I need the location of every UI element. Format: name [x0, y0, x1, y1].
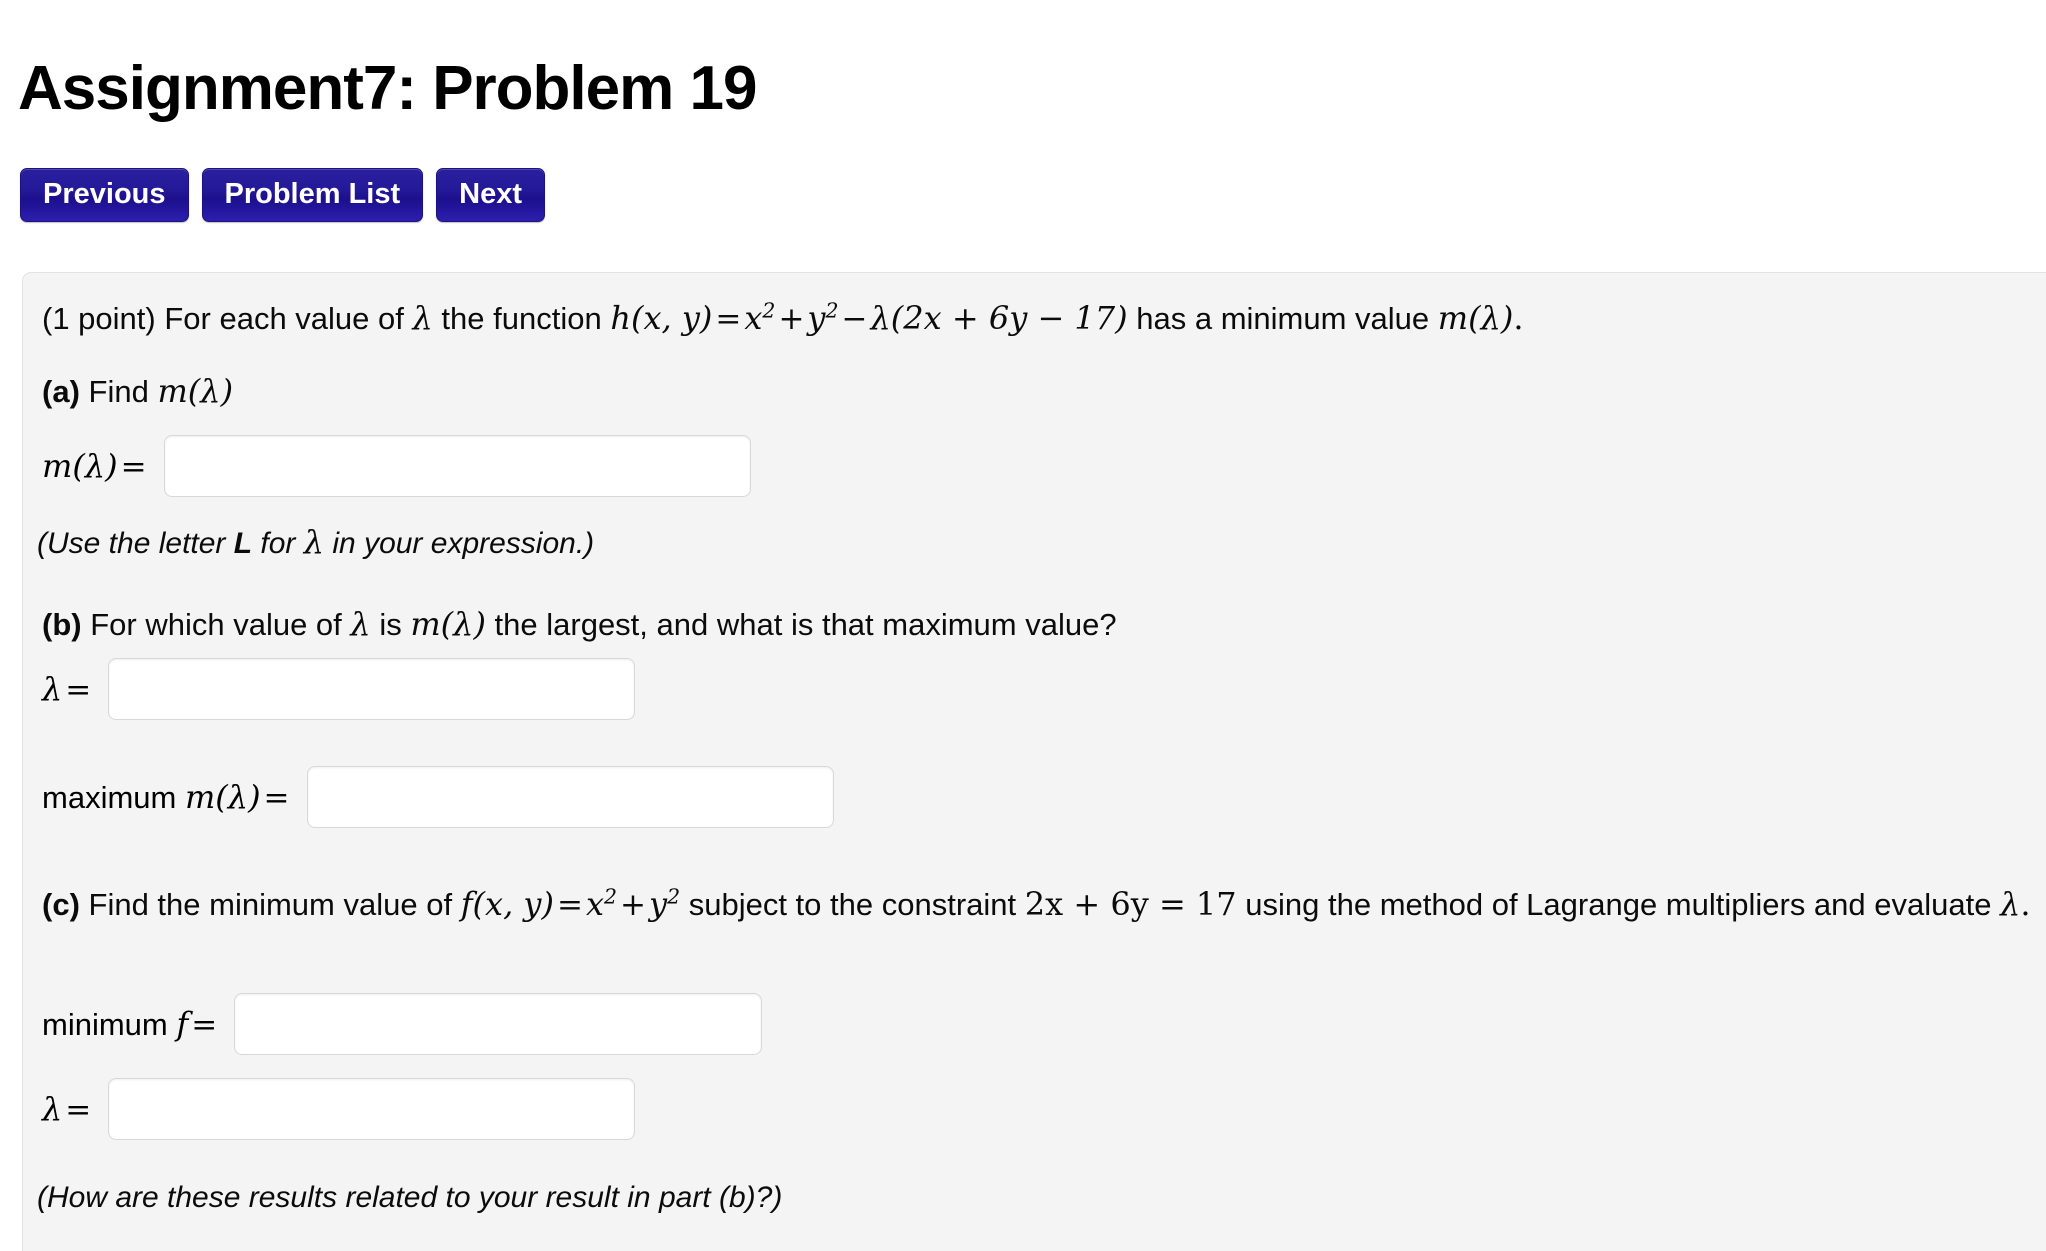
part-a-note-letter: L: [233, 527, 253, 560]
y-term: y: [807, 299, 826, 337]
constraint-expression: (2x + 6y − 17): [890, 299, 1128, 337]
part-c-constraint: 2x + 6y = 17: [1024, 885, 1237, 923]
f-y-term: y: [649, 885, 668, 923]
part-b-maximum-math: m(λ): [184, 778, 261, 816]
part-c-lambda-label: λ=: [42, 1090, 94, 1128]
part-c-tag: (c): [42, 887, 80, 922]
page-title: Assignment7: Problem 19: [18, 53, 757, 123]
points-label: (1 point): [42, 301, 156, 336]
part-b-lambda-equals: =: [65, 672, 92, 708]
part-a-note: (Use the letter L for λ in your expressi…: [37, 521, 594, 564]
lambda-symbol: λ: [412, 299, 433, 337]
part-b-maximum-equals: =: [263, 780, 290, 816]
f-y-exponent: 2: [667, 884, 681, 909]
part-a-note-mid: for: [252, 527, 304, 560]
part-c-prompt-mid: subject to the constraint: [688, 887, 1017, 922]
part-a-answer-label-math: m(λ): [42, 447, 118, 485]
lambda-coefficient: λ: [870, 299, 891, 337]
f-x-term: x: [585, 885, 604, 923]
f-x-exponent: 2: [604, 884, 618, 909]
problem-navigation: Previous Problem List Next: [20, 168, 546, 223]
statement-text-post: has a minimum value: [1136, 301, 1430, 336]
equals-sign: =: [715, 301, 742, 337]
part-a-note-lambda: λ: [303, 523, 325, 561]
part-a-prompt: (a) Find m(λ): [42, 370, 233, 413]
part-a-answer-input[interactable]: [163, 435, 751, 497]
part-c-minimum-label: minimum f=: [42, 1005, 220, 1043]
part-a-prompt-math: m(λ): [157, 372, 234, 410]
part-c-lambda-label-symbol: λ: [42, 1090, 63, 1128]
part-c-period: .: [2020, 885, 2031, 923]
part-b-m-lambda: m(λ): [410, 605, 486, 643]
part-a-note-post: in your expression.): [324, 527, 595, 560]
part-c-minimum-row: minimum f=: [42, 993, 763, 1055]
statement-period: .: [1513, 299, 1524, 337]
part-b-maximum-row: maximum m(λ)=: [42, 766, 834, 828]
part-b-prompt-is: is: [379, 607, 402, 642]
part-a-prompt-text: Find: [88, 374, 149, 409]
part-a-answer-label: m(λ)=: [42, 447, 150, 485]
f-function: f(x, y): [460, 885, 554, 923]
part-b-lambda: λ: [350, 605, 371, 643]
part-b-prompt-post: the largest, and what is that maximum va…: [494, 607, 1117, 642]
y-exponent: 2: [825, 298, 839, 323]
part-b-lambda-input[interactable]: [108, 658, 636, 720]
part-a-answer-row: m(λ)=: [42, 435, 751, 497]
part-b-lambda-row: λ=: [42, 658, 636, 720]
part-b-tag: (b): [42, 607, 82, 642]
part-c-lambda-input[interactable]: [108, 1078, 636, 1140]
x-exponent: 2: [762, 298, 776, 323]
f-plus: +: [620, 887, 646, 923]
next-button[interactable]: Next: [436, 168, 546, 223]
part-c-note: (How are these results related to your r…: [37, 1181, 783, 1214]
part-c-prompt-pre: Find the minimum value of: [88, 887, 453, 922]
part-c-lambda-row: λ=: [42, 1078, 636, 1140]
part-b-prompt: (b) For which value of λ is m(λ) the lar…: [42, 603, 1117, 646]
part-b-lambda-label: λ=: [42, 670, 94, 708]
part-c-prompt-post: using the method of Lagrange multipliers…: [1245, 887, 1992, 922]
part-c-lambda-symbol: λ: [2000, 885, 2021, 923]
part-c-minimum-math: f: [176, 1005, 189, 1043]
part-b-lambda-symbol: λ: [42, 670, 63, 708]
problem-list-button[interactable]: Problem List: [201, 168, 424, 223]
part-b-maximum-input[interactable]: [306, 766, 834, 828]
f-equals: =: [556, 887, 583, 923]
problem-panel: (1 point) For each value of λ the functi…: [22, 272, 2046, 1251]
part-c-minimum-text: minimum: [42, 1007, 177, 1042]
part-b-maximum-label: maximum m(λ)=: [42, 778, 293, 816]
problem-statement: (1 point) For each value of λ the functi…: [42, 297, 2036, 340]
plus-sign: +: [778, 301, 805, 337]
part-c-prompt: (c) Find the minimum value of f(x, y)=x2…: [42, 883, 2034, 926]
statement-text-pre: For each value of: [164, 301, 404, 336]
part-a-tag: (a): [42, 374, 80, 409]
part-c-minimum-equals: =: [191, 1007, 218, 1043]
problem-page: Assignment7: Problem 19 Previous Problem…: [0, 0, 2046, 1251]
statement-text-mid: the function: [441, 301, 602, 336]
x-term: x: [744, 299, 763, 337]
part-a-note-pre: (Use the letter: [37, 527, 234, 560]
h-function: h(x, y): [610, 299, 713, 337]
part-c-lambda-equals: =: [65, 1092, 92, 1128]
part-a-answer-equals: =: [120, 449, 147, 485]
part-b-maximum-text: maximum: [42, 780, 185, 815]
part-b-prompt-pre: For which value of: [90, 607, 342, 642]
minus-sign: −: [841, 301, 868, 337]
m-lambda-symbol: m(λ): [1437, 299, 1514, 337]
previous-button[interactable]: Previous: [20, 168, 189, 223]
part-c-minimum-input[interactable]: [234, 993, 763, 1055]
